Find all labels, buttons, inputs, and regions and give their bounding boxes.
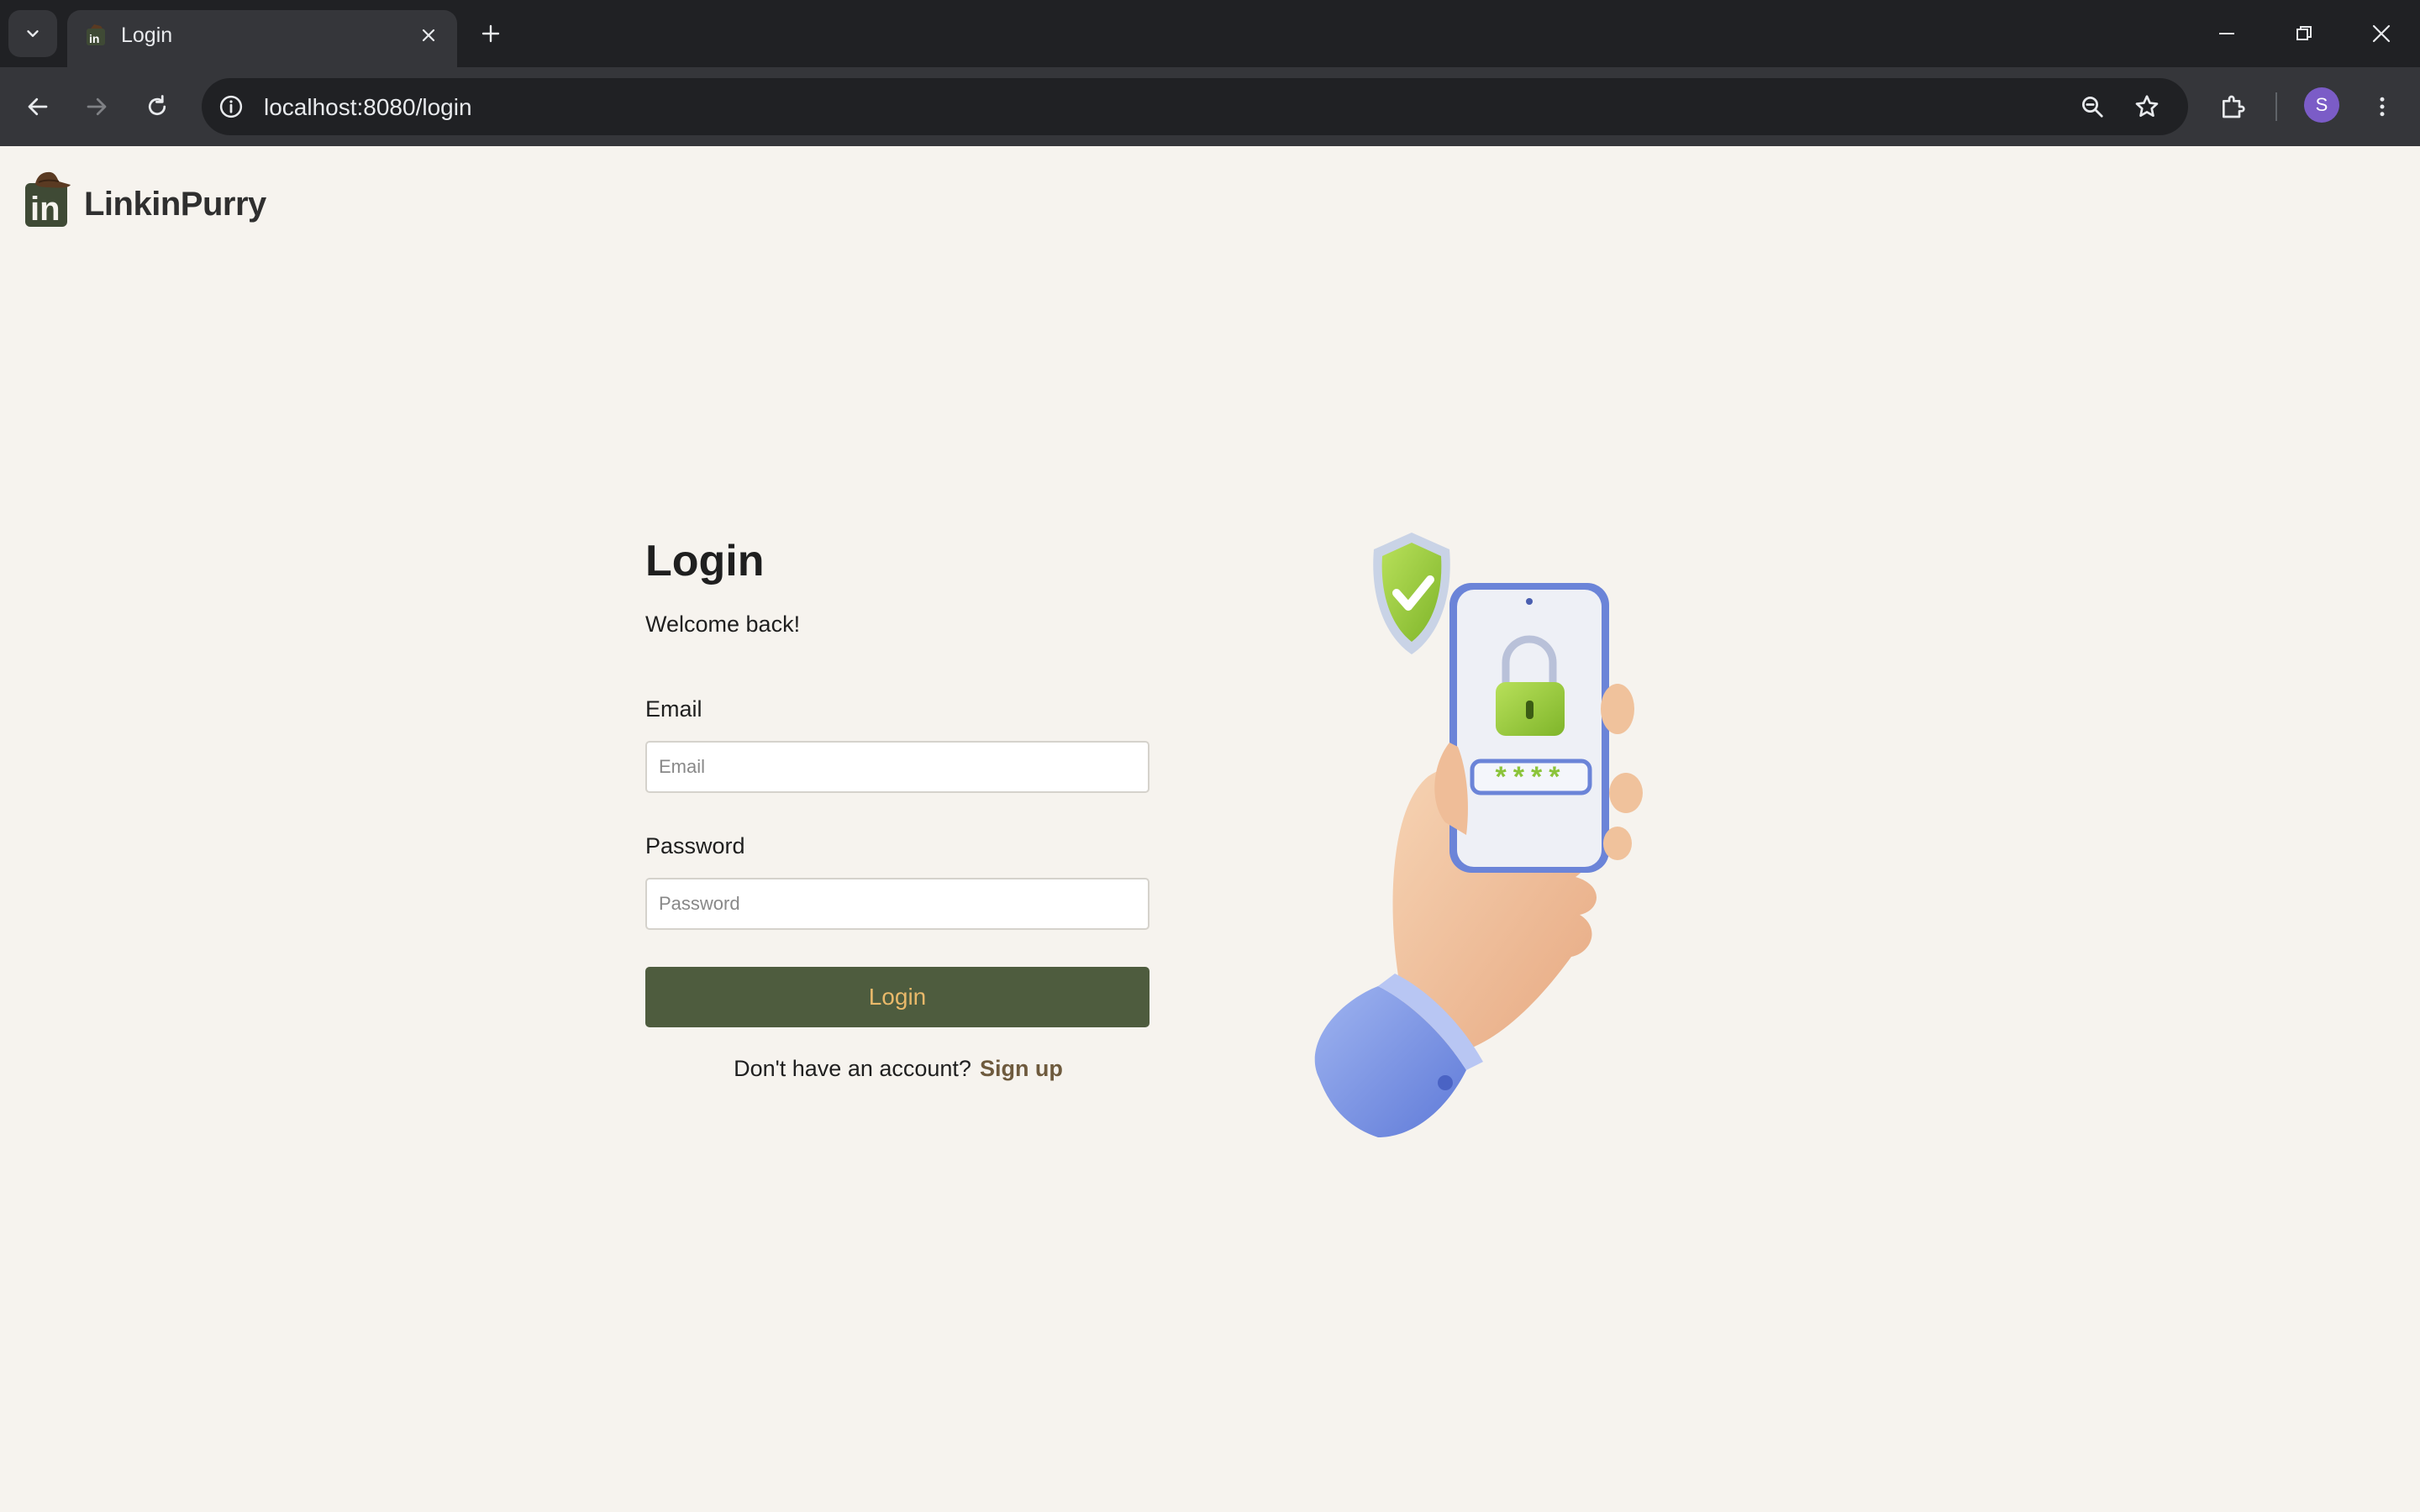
brand[interactable]: in LinkinPurry <box>24 170 266 228</box>
svg-text:in: in <box>30 191 60 228</box>
url-text: localhost:8080/login <box>264 94 472 120</box>
window-close-icon <box>2372 24 2391 43</box>
site-info-button[interactable] <box>213 89 249 124</box>
window-close-button[interactable] <box>2356 13 2407 54</box>
page-content: in LinkinPurry Login Welcome back! Email… <box>0 146 2420 1512</box>
reload-icon <box>148 95 166 116</box>
extensions-button[interactable] <box>2212 86 2254 128</box>
kebab-menu-icon <box>2380 97 2385 117</box>
tab-title: Login <box>121 24 173 47</box>
back-button[interactable] <box>17 86 59 128</box>
browser-menu-button[interactable] <box>2361 86 2403 128</box>
tab-close-button[interactable] <box>412 18 445 52</box>
profile-avatar[interactable]: S <box>2304 87 2339 123</box>
password-label: Password <box>645 833 745 858</box>
forward-button[interactable] <box>76 86 118 128</box>
email-field[interactable] <box>645 741 1150 793</box>
zoom-icon <box>2082 97 2103 118</box>
minimize-button[interactable] <box>2202 13 2252 54</box>
signup-link[interactable]: Sign up <box>980 1056 1063 1081</box>
brand-logo-icon: in <box>25 171 71 228</box>
back-icon <box>28 97 48 116</box>
toolbar-separator <box>2275 92 2277 121</box>
welcome-text: Welcome back! <box>645 612 801 637</box>
new-tab-button[interactable] <box>472 15 509 52</box>
login-button[interactable]: Login <box>645 967 1150 1027</box>
restore-button[interactable] <box>2279 13 2329 54</box>
bookmark-button[interactable] <box>2128 88 2165 125</box>
login-form: Login Welcome back! Email Password Login… <box>645 536 1151 1082</box>
tab-search-button[interactable] <box>8 10 57 57</box>
tab-strip: in Login <box>0 0 2420 67</box>
address-bar[interactable]: localhost:8080/login <box>202 78 2188 135</box>
reload-button[interactable] <box>136 86 178 128</box>
bookmark-star-icon <box>2135 95 2159 117</box>
minimize-icon <box>2219 33 2234 34</box>
close-icon <box>422 29 435 42</box>
signup-row: Don't have an account? Sign up <box>645 1056 1151 1082</box>
zoom-button[interactable] <box>2074 88 2111 125</box>
tab-login[interactable]: in Login <box>67 10 457 67</box>
page-title: Login <box>645 537 765 585</box>
browser-toolbar: localhost:8080/login <box>0 67 2420 146</box>
email-label: Email <box>645 696 702 722</box>
plus-icon <box>481 24 500 43</box>
password-field[interactable] <box>645 878 1150 930</box>
signup-prompt: Don't have an account? <box>734 1056 971 1081</box>
restore-icon <box>2296 26 2312 40</box>
site-info-icon <box>219 95 243 118</box>
svg-text:in: in <box>89 32 99 45</box>
extensions-icon <box>2223 95 2245 118</box>
security-phone-illustration: **** <box>1314 533 1643 1137</box>
brand-name: LinkinPurry <box>84 186 266 223</box>
favicon-icon: in <box>87 24 105 45</box>
pin-mask-text: **** <box>1496 761 1567 793</box>
forward-icon <box>87 97 107 116</box>
chevron-down-icon <box>27 30 39 37</box>
